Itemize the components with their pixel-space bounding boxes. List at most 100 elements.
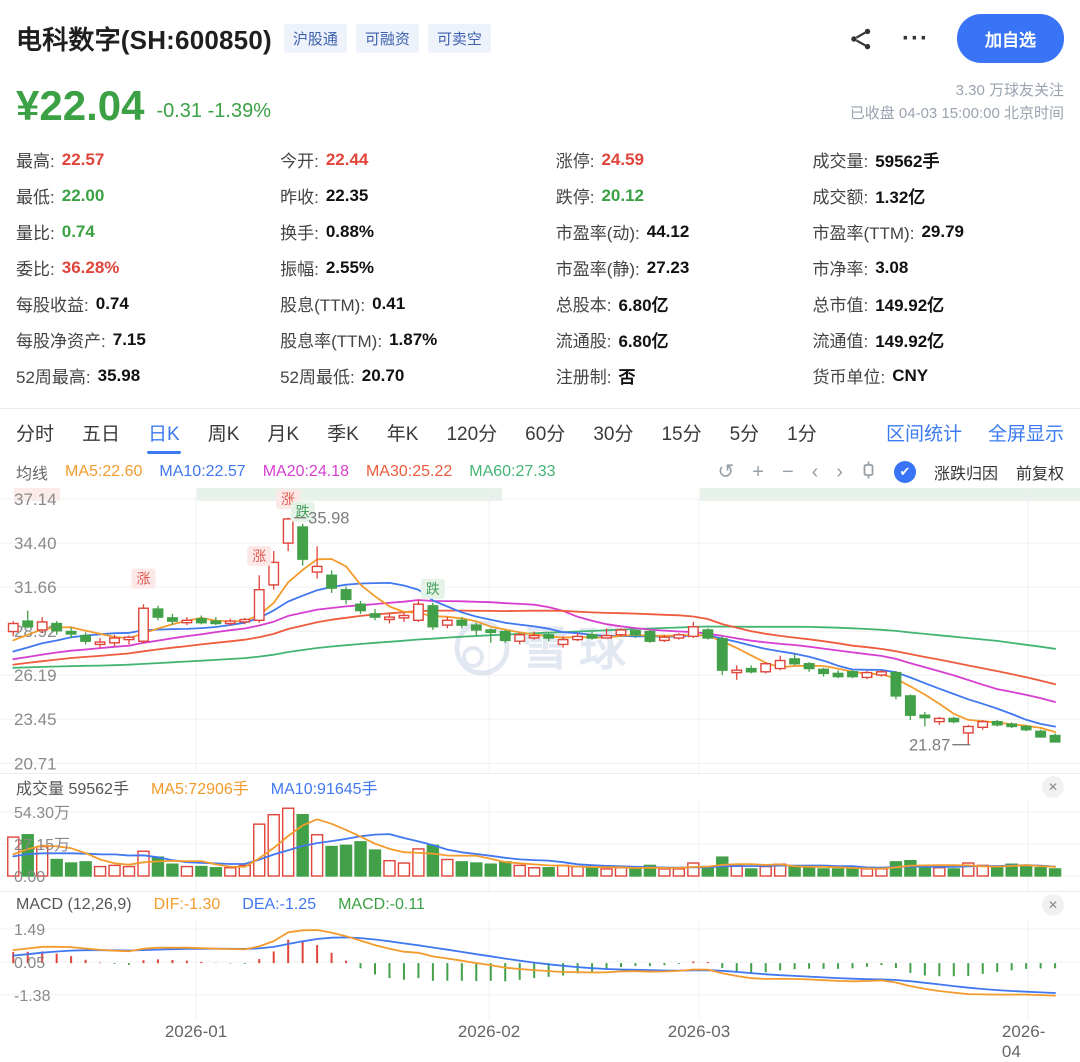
more-options-icon[interactable]: ··· (902, 34, 929, 44)
stats-column: 今开:22.44昨收:22.35换手:0.88%振幅:2.55%股息(TTM):… (280, 142, 556, 394)
ma-legend-item: MA60:27.33 (469, 463, 555, 481)
tab-30分[interactable]: 30分 (593, 409, 633, 457)
tab-120分[interactable]: 120分 (446, 409, 497, 457)
attribution-check-icon[interactable]: ✔ (894, 461, 916, 483)
candlestick-chart[interactable]: 37.1434.4031.6628.9226.1923.4520.71雪球涨涨涨… (0, 488, 1080, 773)
tab-年K[interactable]: 年K (387, 409, 419, 457)
stat-value: 36.28% (62, 258, 120, 278)
stat-value: 22.57 (62, 150, 105, 170)
tab-5分[interactable]: 5分 (730, 409, 760, 457)
macd-title: MACD (12,26,9) (16, 896, 132, 914)
stat-value: 44.12 (647, 222, 690, 242)
tab-月K[interactable]: 月K (267, 409, 299, 457)
stat-row: 注册制:否 (556, 358, 813, 394)
ma-legend-label: 均线 (16, 460, 48, 484)
candle-icon[interactable] (861, 461, 876, 483)
stock-header: 电科数字(SH:600850) 沪股通可融资可卖空 ··· 加自选 ¥22.04… (0, 0, 1080, 126)
ma-items: MA5:22.60MA10:22.57MA20:24.18MA30:25.22M… (65, 463, 573, 481)
stat-value: 59562手 (875, 147, 939, 172)
svg-text:27.15万: 27.15万 (14, 837, 70, 854)
stat-label: 换手: (280, 219, 319, 244)
current-price: ¥22.04 (16, 86, 144, 126)
svg-text:37.14: 37.14 (14, 490, 57, 509)
stat-row: 52周最高:35.98 (16, 358, 280, 394)
volume-panel-header: 成交量 59562手 MA5:72906手 MA10:91645手 ✕ (0, 773, 1080, 801)
stat-value: 0.74 (96, 294, 129, 314)
tab-日K[interactable]: 日K (148, 409, 180, 457)
svg-text:0.00: 0.00 (14, 869, 45, 886)
tab-15分[interactable]: 15分 (661, 409, 701, 457)
stat-row: 货币单位:CNY (812, 358, 1064, 394)
stat-value: 149.92亿 (875, 327, 944, 352)
svg-text:35.98: 35.98 (308, 509, 349, 527)
stat-value: 29.79 (921, 222, 964, 242)
stat-label: 市盈率(TTM): (812, 219, 914, 244)
close-macd-icon[interactable]: ✕ (1042, 894, 1064, 916)
stat-value: 否 (618, 363, 635, 388)
stat-label: 市盈率(动): (556, 219, 640, 244)
stock-tag: 沪股通 (284, 24, 347, 53)
stat-label: 每股净资产: (16, 327, 106, 352)
stat-label: 货币单位: (812, 363, 885, 388)
stat-row: 振幅:2.55% (280, 250, 556, 286)
stat-label: 成交额: (812, 183, 868, 208)
stat-label: 成交量: (812, 147, 868, 172)
stat-value: 0.88% (326, 222, 374, 242)
zoom-in-icon[interactable]: + (752, 462, 764, 482)
tab-季K[interactable]: 季K (327, 409, 359, 457)
chevron-left-icon[interactable]: ‹ (812, 462, 819, 482)
link-区间统计[interactable]: 区间统计 (886, 419, 962, 446)
stat-row: 昨收:22.35 (280, 178, 556, 214)
svg-text:21.87: 21.87 (909, 736, 950, 754)
stat-label: 市盈率(静): (556, 255, 640, 280)
stat-label: 注册制: (556, 363, 612, 388)
stat-value: 6.80亿 (618, 327, 668, 352)
ma-legend-item: MA5:22.60 (65, 463, 142, 481)
stock-tag: 可融资 (356, 24, 419, 53)
tab-五日[interactable]: 五日 (82, 409, 120, 457)
stat-row: 流通值:149.92亿 (812, 322, 1064, 358)
stat-row: 涨停:24.59 (556, 142, 813, 178)
macd-chart[interactable]: 1.490.05-1.38 (0, 919, 1080, 1019)
volume-chart[interactable]: 54.30万 27.15万 0.00 (0, 801, 1080, 891)
link-全屏显示[interactable]: 全屏显示 (988, 419, 1064, 446)
stat-value: 3.08 (875, 258, 908, 278)
stat-row: 最高:22.57 (16, 142, 280, 178)
stat-row: 股息率(TTM):1.87% (280, 322, 556, 358)
stat-value: 6.80亿 (618, 291, 668, 316)
svg-text:31.66: 31.66 (14, 578, 57, 597)
tab-60分[interactable]: 60分 (525, 409, 565, 457)
svg-text:26.19: 26.19 (14, 666, 57, 685)
stat-row: 市净率:3.08 (812, 250, 1064, 286)
ma-legend-item: MA30:25.22 (366, 463, 452, 481)
stat-label: 最低: (16, 183, 55, 208)
date-axis: 2026-012026-022026-032026-04 (0, 1019, 1080, 1045)
svg-text:20.71: 20.71 (14, 754, 57, 773)
share-icon[interactable] (848, 26, 874, 52)
chevron-right-icon[interactable]: › (836, 462, 843, 482)
tab-分时[interactable]: 分时 (16, 409, 54, 457)
volume-ma10-label: MA10:91645手 (271, 775, 378, 799)
attribution-toggle[interactable]: 涨跌归因 (934, 460, 998, 484)
price-change: -0.31 -1.39% (156, 100, 271, 126)
zoom-out-icon[interactable]: − (782, 462, 794, 482)
chart-toolbar: ↺ +−‹ › ✔ 涨跌归因 前复权 (717, 460, 1064, 484)
stat-row: 每股净资产:7.15 (16, 322, 280, 358)
stat-value: 0.41 (372, 294, 405, 314)
stat-label: 52周最高: (16, 363, 91, 388)
add-watchlist-button[interactable]: 加自选 (957, 14, 1064, 63)
stat-row: 委比:36.28% (16, 250, 280, 286)
stat-label: 昨收: (280, 183, 319, 208)
tab-1分[interactable]: 1分 (787, 409, 817, 457)
stat-label: 总市值: (812, 291, 868, 316)
undo-icon[interactable]: ↺ (717, 462, 734, 482)
stat-label: 52周最低: (280, 363, 355, 388)
stat-value: 24.59 (601, 150, 644, 170)
svg-text:54.30万: 54.30万 (14, 805, 70, 822)
tab-周K[interactable]: 周K (208, 409, 240, 457)
svg-text:0.05: 0.05 (14, 955, 45, 972)
adjust-mode-toggle[interactable]: 前复权 (1016, 460, 1064, 484)
close-volume-icon[interactable]: ✕ (1042, 776, 1064, 798)
stat-label: 振幅: (280, 255, 319, 280)
macd-panel-header: MACD (12,26,9) DIF:-1.30 DEA:-1.25 MACD:… (0, 891, 1080, 919)
